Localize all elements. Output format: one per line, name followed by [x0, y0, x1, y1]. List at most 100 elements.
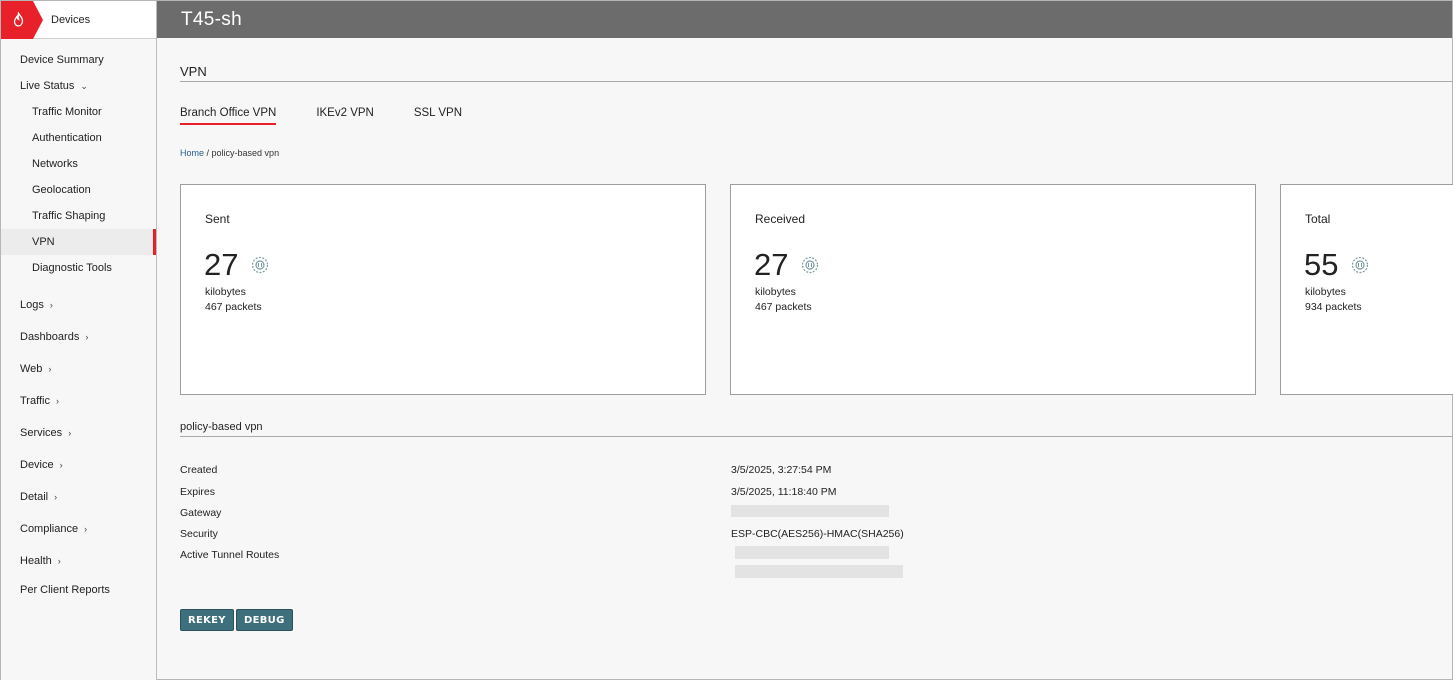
section-title: VPN: [180, 64, 207, 79]
tab-ikev2-vpn[interactable]: IKEv2 VPN: [316, 107, 374, 125]
sidebar-item-label: Services: [20, 427, 63, 439]
sidebar-item-label: Device: [20, 459, 54, 471]
breadcrumb-separator: /: [204, 148, 212, 158]
sidebar-item-logs[interactable]: Logs ›: [1, 289, 156, 321]
sidebar-item-services[interactable]: Services ›: [1, 417, 156, 449]
sidebar-item-per-client-reports[interactable]: Per Client Reports: [1, 577, 156, 603]
sidebar-item-detail[interactable]: Detail ›: [1, 481, 156, 513]
sidebar-item-label: Live Status: [20, 80, 75, 92]
card-title: Total: [1305, 212, 1331, 226]
sidebar-item-diagnostic-tools[interactable]: Diagnostic Tools: [1, 255, 156, 281]
rekey-button[interactable]: REKEY: [180, 609, 234, 631]
received-card: Received 27 kilobytes 467 packets: [730, 184, 1256, 395]
sidebar-item-compliance[interactable]: Compliance ›: [1, 513, 156, 545]
card-title: Received: [755, 212, 806, 226]
chevron-right-icon: ›: [57, 556, 61, 566]
tab-ssl-vpn[interactable]: SSL VPN: [414, 107, 462, 125]
breadcrumb-current: policy-based vpn: [211, 148, 280, 158]
brand-bar: Devices: [1, 0, 156, 39]
throughput-icon: [801, 256, 819, 274]
main-content: VPN Branch Office VPN IKEv2 VPN SSL VPN …: [157, 38, 1453, 679]
sidebar-item-label: VPN: [32, 236, 55, 248]
debug-button[interactable]: DEBUG: [236, 609, 293, 631]
vpn-tabs: Branch Office VPN IKEv2 VPN SSL VPN: [180, 107, 502, 125]
sidebar-item-device-summary[interactable]: Device Summary: [1, 47, 156, 73]
chevron-right-icon: ›: [59, 460, 63, 470]
sidebar-nav: Device Summary Live Status ⌄ Traffic Moni…: [1, 39, 156, 603]
brand-logo[interactable]: [1, 0, 43, 39]
security-value: ESP-CBC(AES256)-HMAC(SHA256): [731, 528, 904, 540]
sidebar-item-device[interactable]: Device ›: [1, 449, 156, 481]
card-unit: kilobytes: [205, 286, 246, 298]
active-tunnel-routes-label: Active Tunnel Routes: [180, 549, 280, 561]
total-card: Total 55 kilobytes 934 packets: [1280, 184, 1453, 395]
sidebar-item-label: Geolocation: [32, 184, 91, 196]
tab-branch-office-vpn[interactable]: Branch Office VPN: [180, 107, 277, 125]
gateway-value-redacted: [731, 505, 889, 517]
sidebar-item-vpn[interactable]: VPN: [1, 229, 156, 255]
sidebar-item-label: Networks: [32, 158, 78, 170]
sidebar-item-label: Traffic Shaping: [32, 210, 106, 222]
sidebar-item-label: Diagnostic Tools: [32, 262, 112, 274]
chevron-right-icon: ›: [49, 300, 53, 310]
chevron-right-icon: ›: [68, 428, 72, 438]
sidebar-item-dashboards[interactable]: Dashboards ›: [1, 321, 156, 353]
sent-card: Sent 27 kilobytes 467 packets: [180, 184, 706, 395]
flame-icon: [13, 11, 24, 27]
sidebar-item-label: Device Summary: [20, 54, 104, 66]
card-title: Sent: [205, 212, 230, 226]
card-value: 55: [1304, 247, 1339, 282]
sidebar-item-networks[interactable]: Networks: [1, 151, 156, 177]
chevron-right-icon: ›: [55, 396, 59, 406]
chevron-down-icon: ⌄: [80, 80, 88, 91]
card-value: 27: [204, 247, 239, 282]
chevron-right-icon: ›: [84, 524, 88, 534]
sidebar-item-label: Logs: [20, 299, 44, 311]
gateway-label: Gateway: [180, 507, 222, 519]
sidebar-item-label: Dashboards: [20, 331, 80, 343]
expires-value: 3/5/2025, 11:18:40 PM: [731, 486, 837, 498]
sidebar-item-label: Authentication: [32, 132, 102, 144]
sidebar-item-label: Traffic Monitor: [32, 106, 102, 118]
card-packets: 467 packets: [755, 301, 812, 313]
sidebar-item-geolocation[interactable]: Geolocation: [1, 177, 156, 203]
sidebar-item-health[interactable]: Health ›: [1, 545, 156, 577]
page-header: T45-sh: [157, 1, 1452, 38]
card-packets: 467 packets: [205, 301, 262, 313]
sidebar-item-traffic-monitor[interactable]: Traffic Monitor: [1, 99, 156, 125]
sidebar: Devices Device Summary Live Status ⌄ Traf…: [1, 0, 157, 680]
chevron-right-icon: ›: [48, 364, 52, 374]
sidebar-item-label: Traffic: [20, 395, 50, 407]
sidebar-item-live-status[interactable]: Live Status ⌄: [1, 73, 156, 99]
expires-label: Expires: [180, 486, 216, 498]
created-value: 3/5/2025, 3:27:54 PM: [731, 464, 832, 476]
breadcrumb-home-link[interactable]: Home: [180, 148, 204, 158]
sidebar-item-authentication[interactable]: Authentication: [1, 125, 156, 151]
breadcrumb: Home / policy-based vpn: [180, 148, 279, 158]
brand-title: Devices: [51, 13, 91, 26]
sidebar-item-web[interactable]: Web ›: [1, 353, 156, 385]
card-packets: 934 packets: [1305, 301, 1362, 313]
chevron-right-icon: ›: [85, 332, 89, 342]
card-unit: kilobytes: [1305, 286, 1346, 298]
chevron-right-icon: ›: [54, 492, 58, 502]
security-label: Security: [180, 528, 218, 540]
throughput-icon: [251, 256, 269, 274]
device-title: T45-sh: [181, 8, 242, 30]
card-value: 27: [754, 247, 789, 282]
active-tunnel-routes-redacted: [735, 546, 889, 559]
sidebar-item-label: Compliance: [20, 523, 79, 535]
card-unit: kilobytes: [755, 286, 796, 298]
sidebar-item-label: Per Client Reports: [20, 584, 110, 596]
sidebar-item-traffic-shaping[interactable]: Traffic Shaping: [1, 203, 156, 229]
sidebar-item-label: Web: [20, 363, 43, 375]
throughput-icon: [1351, 256, 1369, 274]
sidebar-item-traffic[interactable]: Traffic ›: [1, 385, 156, 417]
created-label: Created: [180, 464, 218, 476]
tunnel-detail-title: policy-based vpn: [180, 421, 263, 433]
section-divider: [180, 81, 1452, 82]
detail-divider: [180, 436, 1452, 437]
sidebar-item-label: Detail: [20, 491, 49, 503]
active-tunnel-routes-redacted: [735, 565, 903, 578]
sidebar-item-label: Health: [20, 555, 52, 567]
